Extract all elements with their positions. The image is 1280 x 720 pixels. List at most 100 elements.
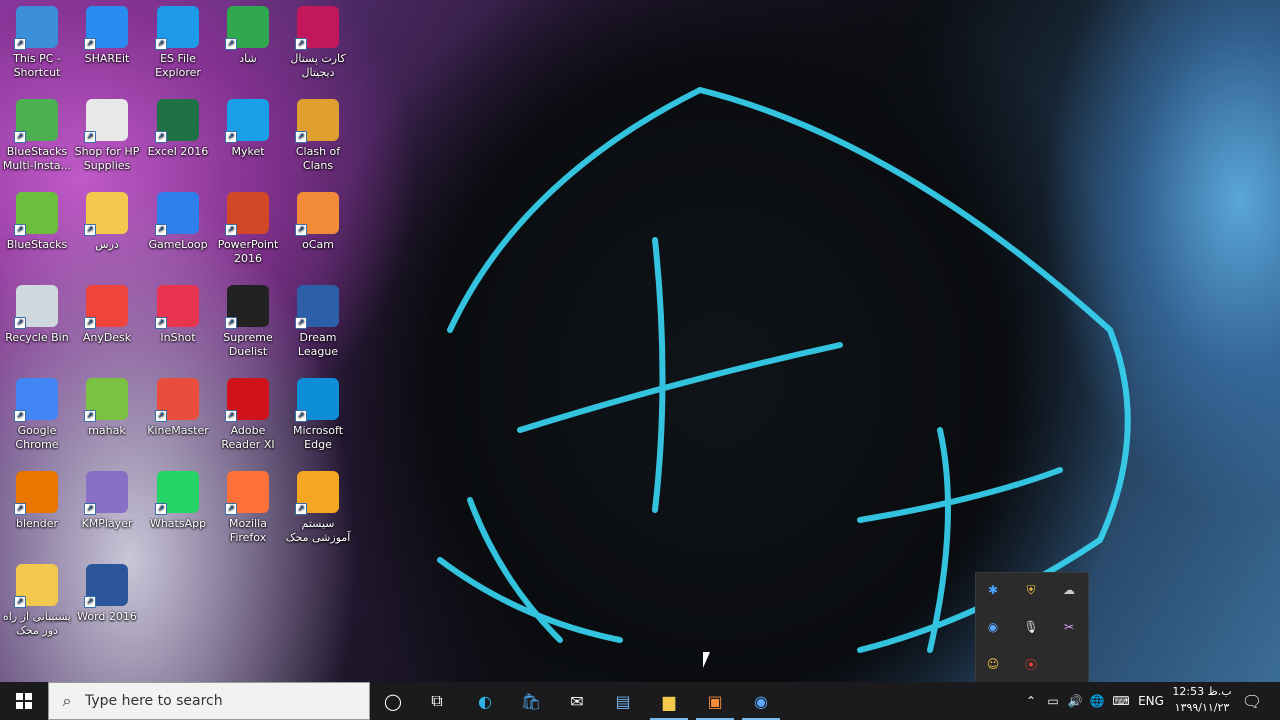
task-view-icon[interactable]: ⧉ — [414, 682, 460, 720]
desktop-icon[interactable]: ↗ Shop for HP Supplies — [71, 99, 143, 173]
language-indicator[interactable]: ENG — [1134, 694, 1168, 708]
record-icon[interactable]: ⦿ — [1022, 655, 1040, 673]
shortcut-arrow-icon: ↗ — [155, 38, 167, 50]
chevron-up-icon[interactable]: ⌃ — [1020, 694, 1042, 708]
shortcut-arrow-icon: ↗ — [14, 410, 26, 422]
desktop-icon[interactable]: ↗ blender — [1, 471, 73, 531]
volume-icon[interactable]: 🔊 — [1064, 694, 1086, 708]
excel-icon: ↗ — [155, 99, 199, 143]
mail-icon[interactable]: ✉ — [554, 682, 600, 720]
network-tool-icon[interactable]: ✂ — [1060, 618, 1078, 636]
shortcut-arrow-icon: ↗ — [84, 410, 96, 422]
desktop-icon[interactable]: ↗ GameLoop — [142, 192, 214, 252]
desktop-icon[interactable]: ↗ SHAREit — [71, 6, 143, 66]
microphone-icon[interactable]: 🎙 — [1022, 618, 1040, 636]
desktop-icon[interactable]: ↗ درس — [71, 192, 143, 252]
desktop-icon[interactable]: ↗ This PC - Shortcut — [1, 6, 73, 80]
desktop-icon-label: BlueStacks — [6, 238, 68, 251]
word-icon: ↗ — [84, 564, 128, 608]
ocam-taskbar-icon[interactable]: ▣ — [692, 682, 738, 720]
desktop-icon[interactable]: ↗ Myket — [212, 99, 284, 159]
shortcut-arrow-icon: ↗ — [225, 38, 237, 50]
store-icon[interactable]: 🛍 — [508, 682, 554, 720]
bluetooth-icon[interactable]: ✱ — [984, 581, 1002, 599]
start-button[interactable] — [0, 682, 48, 720]
shortcut-arrow-icon: ↗ — [14, 38, 26, 50]
shortcut-arrow-icon: ↗ — [155, 224, 167, 236]
emoji-icon[interactable]: ☺ — [984, 655, 1002, 673]
shortcut-arrow-icon: ↗ — [84, 38, 96, 50]
desktop-icon[interactable]: ↗ Excel 2016 — [142, 99, 214, 159]
gameloop-tray-icon[interactable]: ◉ — [984, 618, 1002, 636]
desktop-icon-label: This PC - Shortcut — [13, 52, 61, 79]
windows-logo-icon — [16, 693, 32, 709]
globe-icon[interactable]: 🌐 — [1086, 694, 1108, 708]
desktop-icon[interactable]: ↗ Word 2016 — [71, 564, 143, 624]
bluestacks-icon: ↗ — [14, 192, 58, 236]
desktop-icon[interactable]: ↗ PowerPoint 2016 — [212, 192, 284, 266]
shortcut-arrow-icon: ↗ — [14, 317, 26, 329]
desktop-icon[interactable]: ↗ BlueStacks Multi-Insta... — [1, 99, 73, 173]
edge-icon[interactable]: ◐ — [462, 682, 508, 720]
file-explorer-icon[interactable]: ▆ — [646, 682, 692, 720]
desktop-icon-label: درس — [95, 238, 119, 251]
desktop-icon[interactable]: ↗ Clash of Clans — [282, 99, 354, 173]
search-icon: ⌕ — [62, 691, 72, 710]
desktop-icon[interactable]: ↗ سیستم آموزشی محک — [282, 471, 354, 545]
keyboard-icon[interactable]: ⌨ — [1108, 694, 1134, 708]
battery-icon[interactable]: ▭ — [1042, 694, 1064, 708]
desktop-icon[interactable]: ↗ Supreme Duelist — [212, 285, 284, 359]
postcard-icon: ↗ — [295, 6, 339, 50]
desktop-icon[interactable]: ↗ Mozilla Firefox — [212, 471, 284, 545]
shortcut-arrow-icon: ↗ — [225, 131, 237, 143]
desktop-icon[interactable]: ↗ KineMaster — [142, 378, 214, 438]
clock[interactable]: 12:53 ب.ظ ۱۳۹۹/۱۱/۲۳ — [1168, 684, 1236, 716]
folder-icon: ↗ — [155, 6, 199, 50]
desktop-icon[interactable]: ↗ InShot — [142, 285, 214, 345]
desktop-icon[interactable]: ↗ شاد — [212, 6, 284, 66]
desktop-icon[interactable]: ↗ AnyDesk — [71, 285, 143, 345]
cloud-offline-icon[interactable]: ☁ — [1060, 581, 1078, 599]
gameloop-taskbar-icon[interactable]: ◉ — [738, 682, 784, 720]
edge-icon: ↗ — [295, 378, 339, 422]
desktop-shortcut-icon[interactable]: ▤ — [600, 682, 646, 720]
desktop-icon[interactable]: ↗ ES File Explorer — [142, 6, 214, 80]
desktop-icon[interactable]: ↗ oCam — [282, 192, 354, 252]
kinemaster-icon: ↗ — [155, 378, 199, 422]
desktop-icon-label: پشتیبانی از راه دور محک — [3, 610, 71, 637]
shortcut-arrow-icon: ↗ — [14, 596, 26, 608]
desktop-icon-label: Microsoft Edge — [292, 424, 344, 451]
shortcut-arrow-icon: ↗ — [225, 503, 237, 515]
desktop-icon-label: SHAREit — [84, 52, 130, 65]
desktop-icon[interactable]: ↗ WhatsApp — [142, 471, 214, 531]
computer-icon: ↗ — [14, 6, 58, 50]
shortcut-arrow-icon: ↗ — [14, 224, 26, 236]
notification-icon[interactable]: 🗨 — [1232, 682, 1272, 720]
inshot-icon: ↗ — [155, 285, 199, 329]
taskbar-search-box[interactable]: ⌕ Type here to search — [48, 682, 370, 720]
desktop-icon-label: Mozilla Firefox — [229, 517, 267, 544]
desktop-icon[interactable]: ↗ KMPlayer — [71, 471, 143, 531]
desktop-icon[interactable]: ↗ mahak — [71, 378, 143, 438]
desktop-icon[interactable]: ↗ پشتیبانی از راه دور محک — [1, 564, 73, 638]
desktop-icon[interactable]: ↗ Dream League — [282, 285, 354, 359]
desktop-icon[interactable]: ↗ Microsoft Edge — [282, 378, 354, 452]
desktop-icon[interactable]: ↗ کارت پستال دیجیتال — [282, 6, 354, 80]
cortana-icon[interactable]: ◯ — [370, 682, 416, 720]
desktop-icon[interactable]: ↗ BlueStacks — [1, 192, 73, 252]
desktop-icon-label: KMPlayer — [81, 517, 133, 530]
supreme-duelist-icon: ↗ — [225, 285, 269, 329]
shortcut-arrow-icon: ↗ — [84, 131, 96, 143]
desktop-icon-label: WhatsApp — [149, 517, 207, 530]
shortcut-arrow-icon: ↗ — [295, 38, 307, 50]
printer-icon: ↗ — [84, 99, 128, 143]
shortcut-arrow-icon: ↗ — [84, 224, 96, 236]
desktop-icon[interactable]: ↗ Adobe Reader XI — [212, 378, 284, 452]
desktop-icon[interactable]: ↗ Recycle Bin — [1, 285, 73, 345]
folder-yellow-icon: ↗ — [84, 192, 128, 236]
taskbar: ⌕ Type here to search ◯ ⧉ ◐ 🛍 ✉ ▤ ▆ ▣ ◉ … — [0, 682, 1280, 720]
security-shield-icon[interactable]: ⛨ — [1022, 581, 1040, 599]
whatsapp-icon: ↗ — [155, 471, 199, 515]
desktop-icon[interactable]: ↗ Google Chrome — [1, 378, 73, 452]
desktop-icon-label: سیستم آموزشی محک — [285, 517, 351, 544]
